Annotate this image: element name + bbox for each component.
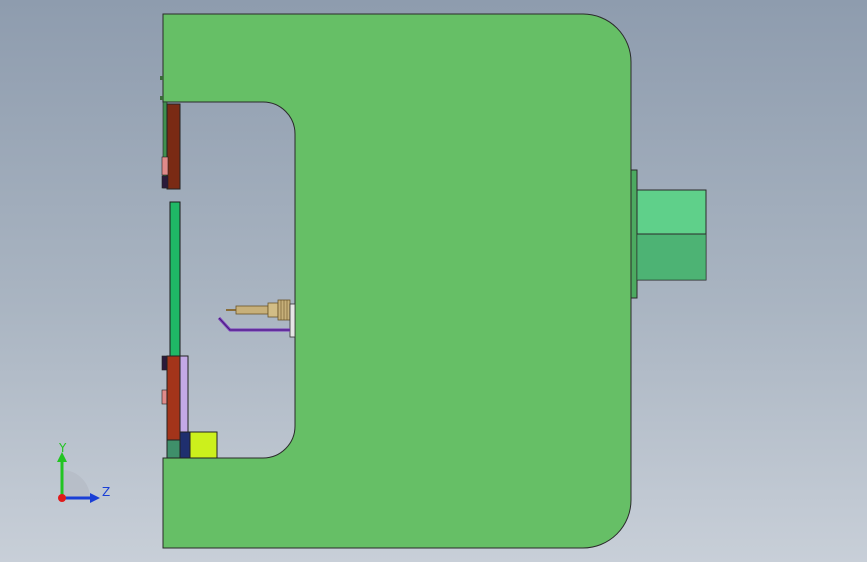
triad-origin	[58, 494, 66, 502]
z-axis-label: Z	[102, 485, 110, 499]
c-frame-body[interactable]	[162, 13, 632, 549]
upper-plate-dark[interactable]	[161, 175, 169, 189]
frame-edge-mark	[160, 96, 163, 100]
lower-plate-lavender[interactable]	[179, 355, 189, 433]
upper-plate-brown[interactable]	[166, 103, 181, 190]
base-block-yellow[interactable]	[189, 431, 218, 459]
guide-strip[interactable]	[169, 201, 181, 357]
base-block-teal[interactable]	[166, 439, 181, 459]
upper-plate-pink[interactable]	[161, 156, 169, 176]
frame-edge-mark	[160, 76, 163, 80]
model-scene[interactable]	[0, 0, 867, 562]
cylinder-shade	[637, 234, 706, 280]
base-block-navy[interactable]	[179, 431, 191, 459]
cad-graphics-viewport[interactable]: Y Z	[0, 0, 867, 562]
y-axis-label: Y	[58, 441, 67, 455]
lower-plate-brown[interactable]	[166, 355, 181, 441]
cylinder-flange[interactable]	[630, 169, 638, 299]
triad-shadow-arc	[62, 470, 90, 498]
z-axis-arrow-icon	[90, 493, 100, 503]
axis-triad: Y Z	[57, 441, 110, 503]
